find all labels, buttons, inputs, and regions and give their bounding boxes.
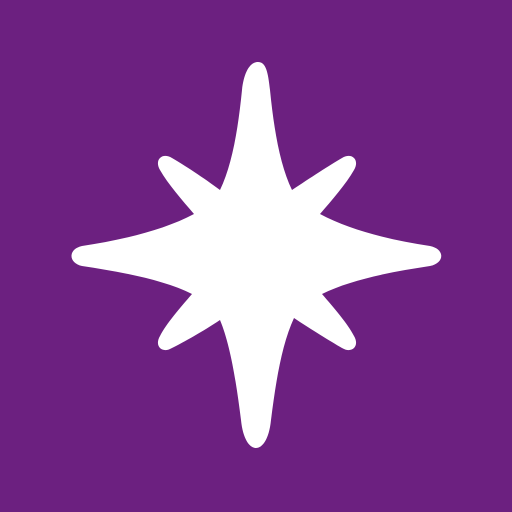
app-icon [0,0,512,512]
app-icon-svg [0,0,512,512]
